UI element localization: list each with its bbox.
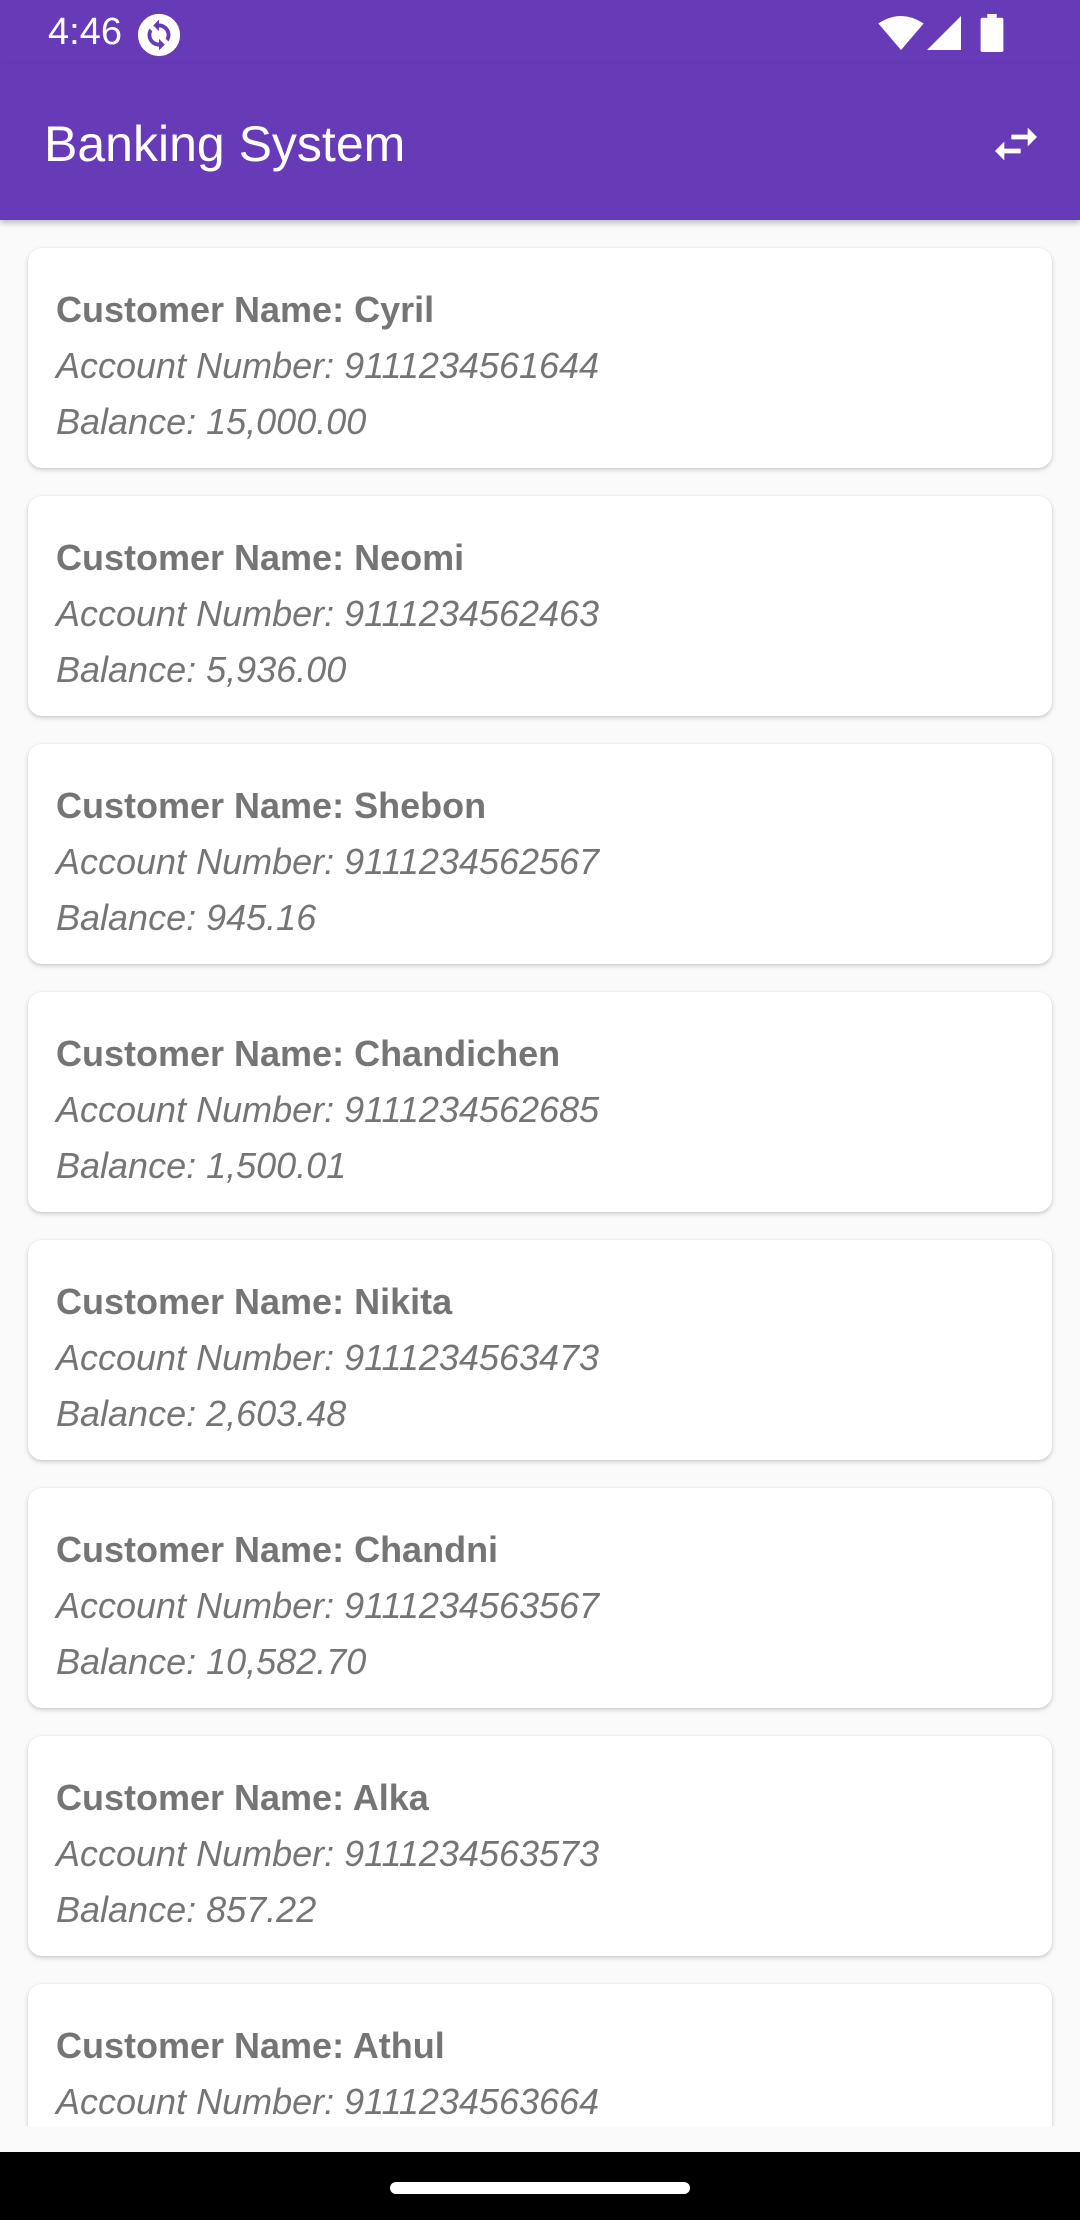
status-bar: 4:46: [0, 0, 1080, 64]
account-number: Account Number: 9111234563567: [56, 1585, 600, 1626]
balance: Balance: 15,000.00: [56, 401, 367, 442]
account-number: Account Number: 9111234561644: [56, 345, 600, 386]
customer-name: Customer Name: Shebon: [56, 785, 487, 826]
status-time: 4:46: [48, 11, 122, 53]
customer-card[interactable]: Customer Name: Cyril Account Number: 911…: [28, 248, 1052, 468]
balance: Balance: 945.16: [56, 897, 317, 938]
wifi-icon: [878, 16, 924, 50]
balance: Balance: 857.22: [56, 1889, 317, 1930]
account-number: Account Number: 9111234562567: [56, 841, 600, 882]
balance: Balance: 5,936.00: [56, 649, 347, 690]
signal-icon: [927, 16, 961, 50]
account-number: Account Number: 9111234562463: [56, 593, 600, 634]
account-number: Account Number: 9111234563573: [56, 1833, 600, 1874]
customer-name: Customer Name: Chandni: [56, 1529, 499, 1570]
home-handle[interactable]: [390, 2182, 690, 2194]
customer-card[interactable]: Customer Name: Chandni Account Number: 9…: [28, 1488, 1052, 1708]
battery-icon: [980, 14, 1004, 52]
customer-name: Customer Name: Alka: [56, 1777, 429, 1818]
customer-card[interactable]: Customer Name: Alka Account Number: 9111…: [28, 1736, 1052, 1956]
customer-name: Customer Name: Neomi: [56, 537, 465, 578]
balance: Balance: 2,603.48: [56, 1393, 347, 1434]
account-number: Account Number: 9111234562685: [56, 1089, 600, 1130]
balance: Balance: 10,582.70: [56, 1641, 367, 1682]
account-number: Account Number: 9111234563473: [56, 1337, 600, 1378]
customer-name: Customer Name: Chandichen: [56, 1033, 561, 1074]
account-number: Account Number: 9111234563664: [56, 2081, 600, 2122]
swap-horiz-icon: [995, 127, 1037, 161]
customer-name: Customer Name: Cyril: [56, 289, 435, 330]
customer-card[interactable]: Customer Name: Nikita Account Number: 91…: [28, 1240, 1052, 1460]
sync-icon: [137, 13, 181, 57]
navigation-bar: [0, 2152, 1080, 2220]
customer-card[interactable]: Customer Name: Athul Account Number: 911…: [28, 1984, 1052, 2126]
app-bar: Banking System: [0, 64, 1080, 220]
customer-list[interactable]: Customer Name: Cyril Account Number: 911…: [0, 220, 1080, 2126]
customer-card[interactable]: Customer Name: Neomi Account Number: 911…: [28, 496, 1052, 716]
transfer-button[interactable]: [976, 104, 1056, 184]
customer-name: Customer Name: Nikita: [56, 1281, 453, 1322]
app-title: Banking System: [44, 116, 406, 172]
balance: Balance: 1,500.01: [56, 1145, 347, 1186]
customer-card[interactable]: Customer Name: Chandichen Account Number…: [28, 992, 1052, 1212]
customer-card[interactable]: Customer Name: Shebon Account Number: 91…: [28, 744, 1052, 964]
customer-name: Customer Name: Athul: [56, 2025, 445, 2066]
